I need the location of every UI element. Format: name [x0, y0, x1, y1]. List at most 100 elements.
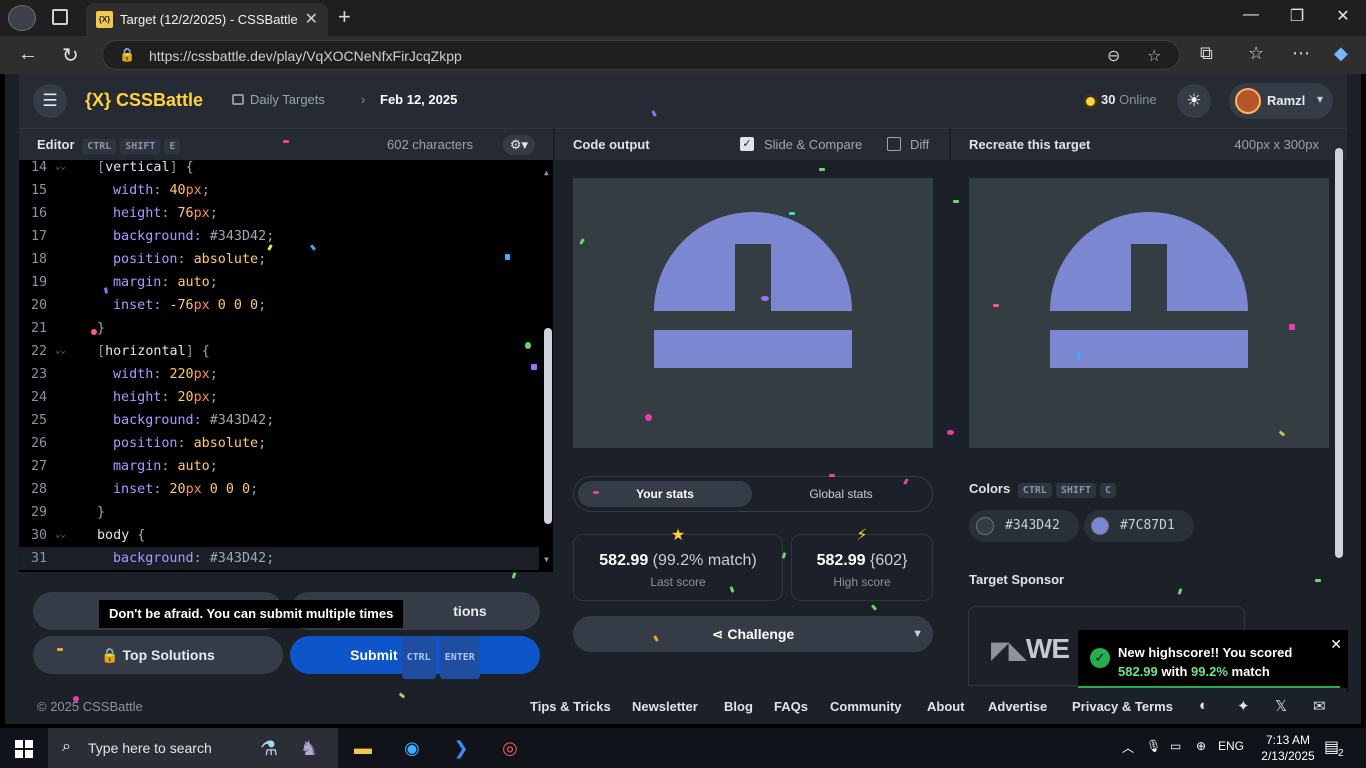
code-output-canvas[interactable]	[573, 178, 933, 448]
tab-close-icon[interactable]: ✕	[305, 9, 318, 29]
battery-icon[interactable]: ▭	[1170, 739, 1181, 753]
bluesky-icon[interactable]: ✦	[1237, 697, 1250, 715]
vscode-icon[interactable]: ❯	[446, 734, 476, 762]
footer-link-about[interactable]: About	[927, 699, 965, 714]
fold-chevron-icon[interactable]: ⌄⌄	[55, 524, 66, 547]
confetti	[57, 648, 63, 651]
code-line[interactable]: 26 position: absolute;	[19, 432, 539, 455]
fold-chevron-icon[interactable]: ⌄⌄	[55, 340, 66, 363]
code-line[interactable]: 21}	[19, 317, 539, 340]
code-line[interactable]: 27 margin: auto;	[19, 455, 539, 478]
file-explorer-icon[interactable]: ▬	[348, 734, 378, 762]
app-icon[interactable]: ◎	[495, 734, 525, 762]
edge-browser-icon[interactable]: ◉	[397, 734, 427, 762]
footer-link-newsletter[interactable]: Newsletter	[632, 699, 698, 714]
cssbattle-logo[interactable]: {X} CSSBattle	[85, 90, 203, 111]
browser-tab-active[interactable]: {X} Target (12/2/2025) - CSSBattle ✕	[86, 3, 328, 36]
submit-button[interactable]: Submit CTRL ENTER	[290, 636, 540, 679]
theme-toggle-sun-icon[interactable]: ☀	[1177, 84, 1211, 118]
footer-link-faqs[interactable]: FAQs	[774, 699, 808, 714]
microphone-icon[interactable]: 🎙	[1146, 739, 1161, 753]
tab-global-stats[interactable]: Global stats	[754, 481, 928, 507]
copilot-icon[interactable]: ◆	[1334, 43, 1348, 64]
line-number: 30	[31, 528, 48, 543]
zoom-icon[interactable]: ⊖	[1107, 46, 1120, 66]
editor-scrollbar[interactable]: ▲ ▼	[543, 168, 553, 564]
code-line[interactable]: 20 inset: -76px 0 0 0;	[19, 294, 539, 317]
clock[interactable]: 7:13 AM 2/13/2025	[1256, 732, 1320, 764]
user-menu-button[interactable]: Ramzl ▾	[1229, 83, 1333, 119]
back-icon[interactable]: ←	[18, 43, 38, 66]
code-line[interactable]: 24 height: 20px;	[19, 386, 539, 409]
tab-your-stats[interactable]: Your stats	[578, 481, 752, 507]
windows-start-icon[interactable]	[15, 740, 33, 758]
color-chip-bg[interactable]: #343D42	[969, 510, 1079, 542]
footer-link-privacy[interactable]: Privacy & Terms	[1072, 699, 1173, 714]
restore-icon[interactable]: ❐	[1274, 6, 1320, 26]
extensions-icon[interactable]: ⧉	[1200, 43, 1213, 64]
code-line[interactable]: 16 height: 76px;	[19, 202, 539, 225]
x-twitter-icon[interactable]: 𝕏	[1275, 697, 1287, 715]
diff-label[interactable]: Diff	[910, 137, 929, 152]
discord-icon[interactable]: ◐	[1199, 697, 1208, 714]
editor-header: Editor CTRL SHIFT E 602 characters ⚙▾	[19, 128, 553, 160]
new-tab-icon[interactable]: +	[338, 4, 351, 30]
top-solutions-button[interactable]: 🔒 Top Solutions	[33, 636, 283, 674]
lock-icon[interactable]: 🔒	[119, 47, 135, 63]
code-line[interactable]: 28 inset: 20px 0 0 0;	[19, 478, 539, 501]
profile-avatar[interactable]	[8, 5, 36, 31]
code-editor[interactable]: 14 ⌄⌄ [vertical] {15 width: 40px; 16 height: …	[19, 160, 553, 572]
code-line[interactable]: 22 ⌄⌄ [horizontal] {	[19, 340, 539, 363]
hamburger-menu-button[interactable]: ☰	[33, 84, 67, 118]
code-line[interactable]: 31 background: #343D42;	[19, 547, 539, 570]
toast-close-icon[interactable]: ✕	[1330, 636, 1342, 653]
line-number: 23	[31, 367, 48, 382]
favorites-icon[interactable]: ☆	[1248, 43, 1264, 64]
editor-scrollbar-thumb[interactable]	[544, 328, 552, 524]
mail-icon[interactable]: ✉	[1313, 697, 1326, 715]
code-line[interactable]: 29}	[19, 501, 539, 524]
confetti	[1077, 352, 1080, 359]
code-line[interactable]: 19 margin: auto;	[19, 271, 539, 294]
favorite-star-icon[interactable]: ☆	[1147, 46, 1161, 66]
color-chip-shape[interactable]: #7C87D1	[1084, 510, 1194, 542]
editor-settings-gear-icon[interactable]: ⚙▾	[503, 135, 535, 155]
more-menu-icon[interactable]: ⋯	[1292, 43, 1310, 64]
code-line[interactable]: 15 width: 40px;	[19, 179, 539, 202]
tray-chevron-up-icon[interactable]: ︿	[1122, 739, 1134, 756]
code-line[interactable]: 30 ⌄⌄ body {	[19, 524, 539, 547]
fold-chevron-icon[interactable]: ⌄⌄	[55, 160, 66, 179]
code-line[interactable]: 18 position: absolute;	[19, 248, 539, 271]
refresh-icon[interactable]: ↻	[62, 43, 79, 68]
notifications-icon[interactable]: ▤	[1324, 737, 1339, 757]
footer-link-blog[interactable]: Blog	[724, 699, 753, 714]
stats-tabs: Your stats Global stats	[573, 476, 933, 512]
code-text: body {	[97, 528, 146, 543]
code-line[interactable]: 25 background: #343D42;	[19, 409, 539, 432]
diff-checkbox[interactable]	[887, 137, 901, 151]
lightning-icon: ⚡	[856, 527, 868, 544]
slide-compare-label[interactable]: Slide & Compare	[764, 137, 862, 152]
footer-link-tips[interactable]: Tips & Tricks	[530, 699, 611, 714]
chevron-down-icon[interactable]: ▼	[912, 616, 923, 652]
breadcrumb-daily-targets[interactable]: Daily Targets	[250, 92, 325, 107]
network-icon[interactable]: ⊕	[1196, 739, 1206, 753]
code-line[interactable]: 23 width: 220px;	[19, 363, 539, 386]
language-indicator[interactable]: ENG	[1218, 739, 1244, 753]
code-line[interactable]: 17 background: #343D42;	[19, 225, 539, 248]
online-count: 30 Online	[1101, 92, 1157, 107]
target-canvas[interactable]	[969, 178, 1329, 448]
minimize-icon[interactable]: —	[1228, 6, 1274, 24]
tab-actions-icon[interactable]	[52, 9, 68, 25]
window-close-icon[interactable]: ✕	[1320, 6, 1366, 26]
taskbar-search[interactable]: ⌕ Type here to search ⚗ ♞	[48, 728, 338, 768]
url-text[interactable]: https://cssbattle.dev/play/VqXOCNeNfxFir…	[149, 48, 462, 64]
challenge-button[interactable]: ⋖ Challenge ▼	[573, 616, 933, 652]
url-field[interactable]: 🔒 https://cssbattle.dev/play/VqXOCNeNfxF…	[102, 40, 1180, 70]
footer-link-community[interactable]: Community	[830, 699, 902, 714]
target-scrollbar[interactable]	[1335, 148, 1343, 558]
target-notch	[1131, 244, 1167, 312]
code-line[interactable]: 14 ⌄⌄ [vertical] {	[19, 160, 539, 179]
footer-link-advertise[interactable]: Advertise	[988, 699, 1047, 714]
slide-compare-checkbox[interactable]: ✓	[740, 137, 754, 151]
